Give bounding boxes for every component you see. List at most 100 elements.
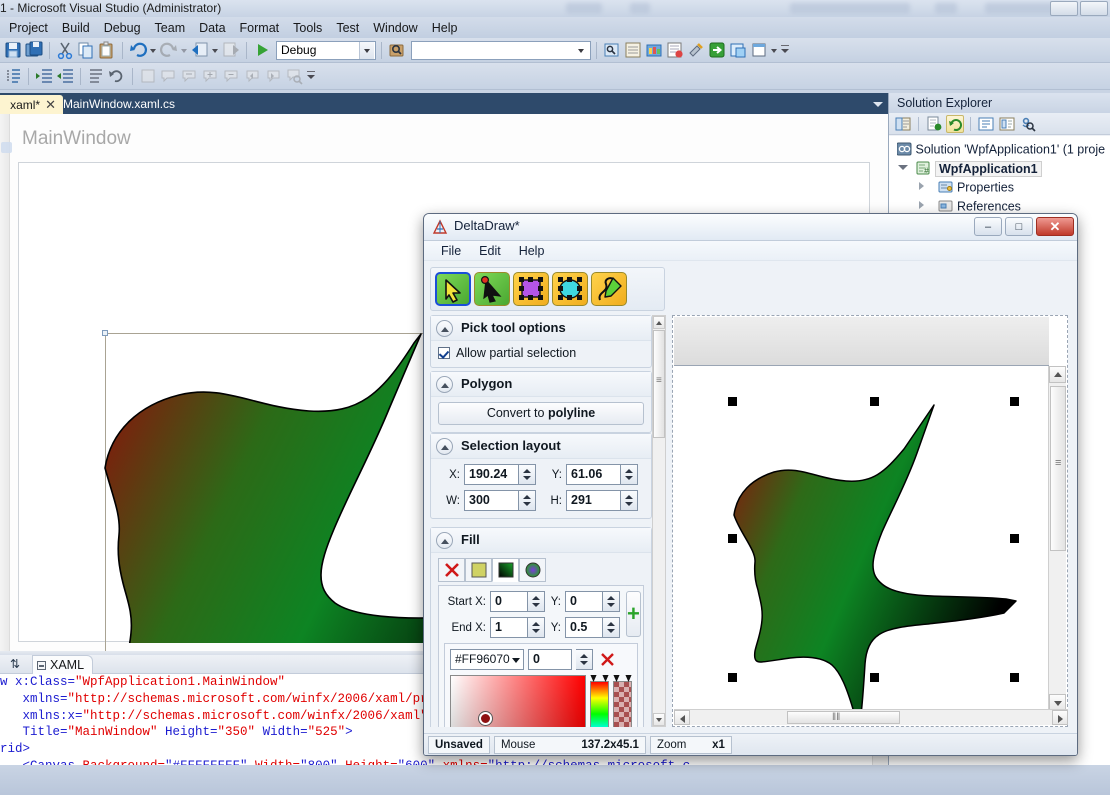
hue-slider[interactable] bbox=[590, 675, 609, 727]
scrollbar-thumb[interactable] bbox=[1050, 386, 1066, 551]
panel-header[interactable]: Pick tool options bbox=[431, 316, 651, 341]
undo-icon[interactable] bbox=[128, 40, 148, 60]
navigate-backward-caret[interactable] bbox=[211, 40, 220, 60]
deltadraw-menu-help[interactable]: Help bbox=[510, 242, 554, 260]
scroll-right-button[interactable] bbox=[1052, 710, 1068, 725]
close-icon[interactable]: ✕ bbox=[45, 97, 56, 112]
comment-lines-icon[interactable] bbox=[3, 66, 23, 86]
gradient-start-x-spinner[interactable] bbox=[528, 591, 545, 612]
canvas-vertical-scrollbar[interactable] bbox=[1048, 366, 1066, 711]
deltadraw-menu-edit[interactable]: Edit bbox=[470, 242, 510, 260]
selection-y-input[interactable]: 61.06 bbox=[566, 464, 621, 485]
fill-solid-tab[interactable] bbox=[465, 558, 492, 582]
panel-header[interactable]: Fill bbox=[431, 528, 651, 553]
editor-toolbar-overflow-button[interactable] bbox=[306, 66, 316, 86]
find-in-files-icon[interactable] bbox=[387, 40, 407, 60]
show-all-files-icon[interactable] bbox=[925, 115, 943, 133]
deltadraw-title-bar[interactable]: DeltaDraw* – □ ✕ bbox=[424, 214, 1077, 241]
menu-debug[interactable]: Debug bbox=[97, 19, 148, 37]
solution-configuration-select[interactable]: Debug bbox=[276, 40, 376, 60]
save-all-icon[interactable] bbox=[24, 40, 44, 60]
solution-explorer-icon[interactable] bbox=[602, 40, 622, 60]
gradient-end-y-spinner[interactable] bbox=[603, 617, 620, 638]
selection-handle-mr[interactable] bbox=[1010, 534, 1019, 543]
new-project-icon[interactable] bbox=[728, 40, 748, 60]
error-list-icon[interactable] bbox=[665, 40, 685, 60]
scroll-left-button[interactable] bbox=[674, 710, 690, 725]
menu-tools[interactable]: Tools bbox=[286, 19, 329, 37]
navigate-backward-icon[interactable] bbox=[190, 40, 210, 60]
vertex-tool-button[interactable] bbox=[474, 272, 510, 306]
toolbar-extra-caret[interactable] bbox=[770, 40, 779, 60]
menu-test[interactable]: Test bbox=[329, 19, 366, 37]
chevron-down-icon[interactable] bbox=[512, 658, 520, 663]
fill-radial-gradient-tab[interactable] bbox=[519, 558, 546, 582]
toggle-bookmark-icon[interactable] bbox=[86, 66, 106, 86]
menu-build[interactable]: Build bbox=[55, 19, 97, 37]
options-icon[interactable] bbox=[686, 40, 706, 60]
properties-icon[interactable] bbox=[894, 115, 912, 133]
selection-handle-ml[interactable] bbox=[728, 534, 737, 543]
allow-partial-selection-checkbox[interactable] bbox=[438, 347, 450, 359]
convert-to-polyline-button[interactable]: Convert to polyline bbox=[438, 402, 644, 425]
properties-window-icon[interactable] bbox=[623, 40, 643, 60]
menu-project[interactable]: Project bbox=[2, 19, 55, 37]
selection-x-spinner[interactable] bbox=[519, 464, 536, 485]
panel-header[interactable]: Polygon bbox=[431, 372, 651, 397]
copy-icon[interactable] bbox=[76, 40, 96, 60]
toolbox-icon[interactable] bbox=[644, 40, 664, 60]
deltadraw-window[interactable]: DeltaDraw* – □ ✕ File Edit Help Pick too… bbox=[423, 213, 1078, 756]
gradient-stop-offset-input[interactable]: 0 bbox=[528, 649, 572, 670]
selection-h-input[interactable]: 291 bbox=[566, 490, 621, 511]
menu-format[interactable]: Format bbox=[233, 19, 287, 37]
color-picker-cursor[interactable] bbox=[479, 712, 492, 725]
gradient-end-x-input[interactable]: 1 bbox=[490, 617, 528, 638]
panel-header[interactable]: Selection layout bbox=[431, 434, 651, 459]
expander-closed-icon[interactable] bbox=[917, 181, 928, 192]
pick-tool-button[interactable] bbox=[435, 272, 471, 306]
selection-handle-bc[interactable] bbox=[870, 673, 879, 682]
chevron-up-icon[interactable] bbox=[436, 532, 453, 549]
deltadraw-canvas-frame[interactable] bbox=[672, 315, 1068, 727]
deltadraw-minimize-button[interactable]: – bbox=[974, 217, 1002, 236]
menu-data[interactable]: Data bbox=[192, 19, 232, 37]
menu-team[interactable]: Team bbox=[148, 19, 193, 37]
find-comment-icon[interactable] bbox=[285, 66, 305, 86]
remove-comment-icon[interactable] bbox=[222, 66, 242, 86]
alpha-slider[interactable] bbox=[613, 675, 632, 727]
scrollbar-thumb[interactable] bbox=[787, 711, 900, 724]
cut-icon[interactable] bbox=[55, 40, 75, 60]
deltadraw-maximize-button[interactable]: □ bbox=[1005, 217, 1033, 236]
previous-comment-icon[interactable] bbox=[243, 66, 263, 86]
deltadraw-canvas[interactable] bbox=[674, 367, 1049, 711]
pen-tool-button[interactable] bbox=[591, 272, 627, 306]
paste-icon[interactable] bbox=[97, 40, 117, 60]
chevron-up-icon[interactable] bbox=[436, 320, 453, 337]
gradient-start-x-input[interactable]: 0 bbox=[490, 591, 528, 612]
rectangle-tool-button[interactable] bbox=[513, 272, 549, 306]
start-debug-icon[interactable] bbox=[252, 40, 272, 60]
selection-handle-br[interactable] bbox=[1010, 673, 1019, 682]
selection-handle-bl[interactable] bbox=[728, 673, 737, 682]
gradient-stop-offset-spinner[interactable] bbox=[576, 649, 593, 670]
toggle-all-outlining-icon[interactable] bbox=[138, 66, 158, 86]
selection-w-spinner[interactable] bbox=[519, 490, 536, 511]
undo-indent-icon[interactable] bbox=[107, 66, 127, 86]
menu-window[interactable]: Window bbox=[366, 19, 424, 37]
deltadraw-close-button[interactable]: ✕ bbox=[1036, 217, 1074, 236]
expander-open-icon[interactable] bbox=[897, 162, 908, 173]
vs-maximize-button[interactable] bbox=[1080, 1, 1108, 16]
expander-closed-icon[interactable] bbox=[917, 200, 928, 211]
publish-icon[interactable] bbox=[707, 40, 727, 60]
decrease-indent-icon[interactable] bbox=[55, 66, 75, 86]
selection-y-spinner[interactable] bbox=[621, 464, 638, 485]
scroll-down-button[interactable] bbox=[653, 713, 665, 726]
save-icon[interactable] bbox=[3, 40, 23, 60]
gradient-end-x-spinner[interactable] bbox=[528, 617, 545, 638]
color-picker[interactable] bbox=[450, 675, 632, 727]
selection-x-input[interactable]: 190.24 bbox=[464, 464, 519, 485]
designer-grid-handle-icon[interactable] bbox=[1, 142, 12, 153]
chevron-up-icon[interactable] bbox=[436, 438, 453, 455]
add-gradient-stop-button[interactable]: + bbox=[626, 591, 641, 637]
swap-panes-icon[interactable]: ⇅ bbox=[10, 657, 20, 671]
